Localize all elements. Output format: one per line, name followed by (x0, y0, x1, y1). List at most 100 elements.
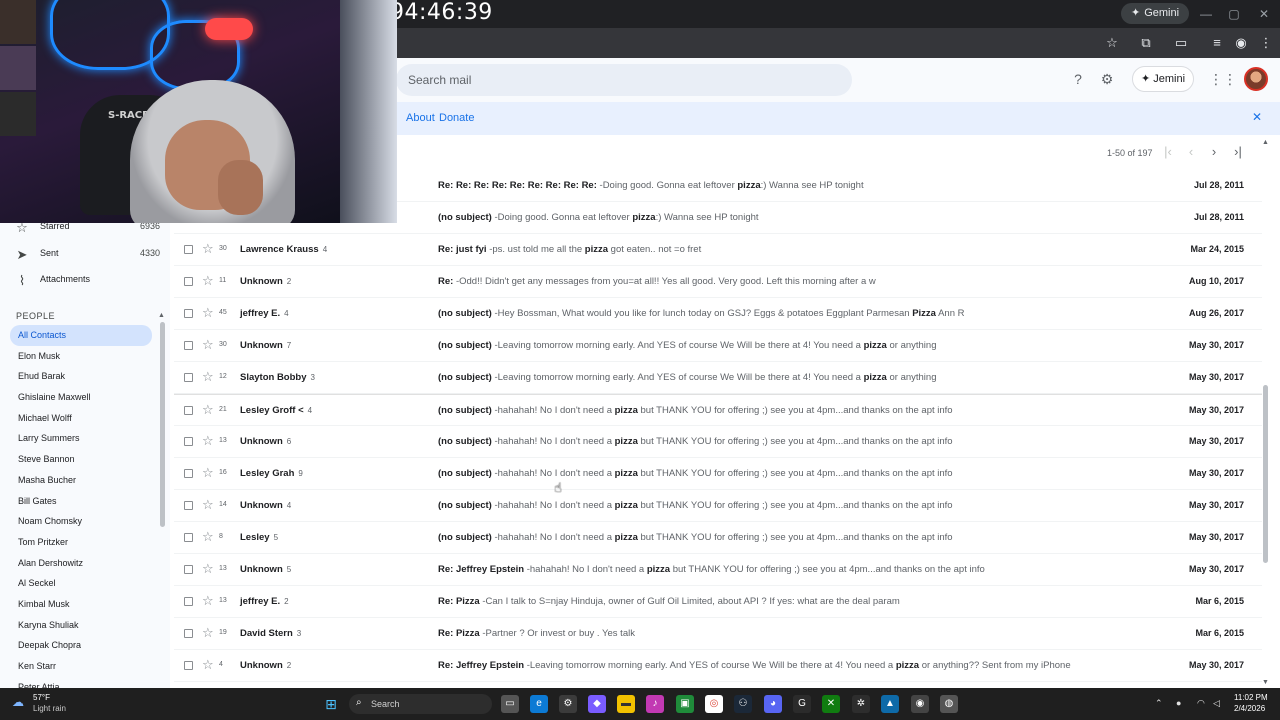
table-row[interactable]: ☆ 14 Unknown 4 (no subject) -hahahah! No I d… (174, 490, 1262, 522)
row-checkbox[interactable] (184, 629, 193, 638)
account-avatar[interactable] (1244, 67, 1268, 91)
row-checkbox[interactable] (184, 533, 193, 542)
star-icon[interactable]: ☆ (202, 402, 214, 418)
contact-item[interactable]: Karyna Shuliak (10, 615, 152, 636)
table-row[interactable]: ☆ 13 Unknown 6 (no subject) -hahahah! No I d… (174, 426, 1262, 458)
donate-link[interactable]: Donate (439, 112, 474, 124)
star-icon[interactable]: ☆ (202, 593, 214, 609)
clock-time[interactable]: 11:02 PM (1234, 693, 1268, 702)
gemini-button[interactable]: ✦ Gemini (1121, 3, 1190, 24)
star-icon[interactable]: ☆ (202, 305, 214, 321)
sidebar-item-attachments[interactable]: ⌇ Attachments (0, 269, 170, 293)
windows-start-icon[interactable]: ⊞ (322, 695, 340, 713)
row-checkbox[interactable] (184, 373, 193, 382)
star-icon[interactable]: ☆ (202, 337, 214, 353)
settings-app-icon[interactable]: ⚙ (559, 695, 577, 713)
row-checkbox[interactable] (184, 341, 193, 350)
xbox-icon[interactable]: ✕ (822, 695, 840, 713)
help-icon[interactable]: ? (1069, 70, 1087, 88)
contact-item[interactable]: Kimbal Musk (10, 594, 152, 615)
wifi-icon[interactable]: ◠ (1197, 698, 1205, 709)
sidebar-item-starred[interactable]: ☆ Starred 6936 (0, 222, 170, 240)
contact-item[interactable]: Tom Pritzker (10, 532, 152, 553)
obs-icon[interactable]: ◉ (911, 695, 929, 713)
sidebar-scrollbar[interactable] (160, 322, 165, 527)
table-row[interactable]: ☆ 4 Unknown 2 Re: Jeffrey Epstein -Leaving t… (174, 650, 1262, 682)
star-icon[interactable]: ☆ (202, 241, 214, 257)
table-row[interactable]: ☆ 21 Lesley Groff <4 (no subject) -hahahah!… (174, 394, 1262, 426)
contact-item[interactable]: Michael Wolff (10, 408, 152, 429)
row-checkbox[interactable] (184, 661, 193, 670)
table-row[interactable]: ☆ 30 Unknown 7 (no subject) -Leaving tomorro… (174, 330, 1262, 362)
star-icon[interactable]: ☆ (202, 369, 214, 385)
table-row[interactable]: ☆ 13 jeffrey E. 2 Re: Pizza -Can I talk to S… (174, 586, 1262, 618)
photos-icon[interactable]: ▲ (881, 695, 899, 713)
contact-item[interactable]: All Contacts (10, 325, 152, 346)
contact-item[interactable]: Ken Starr (10, 656, 152, 677)
list-scrollbar[interactable] (1263, 385, 1268, 563)
about-link[interactable]: About (406, 112, 435, 124)
clock-date[interactable]: 2/4/2026 (1234, 704, 1265, 713)
table-row[interactable]: ☆ 16 Lesley Grah 9 (no subject) -hahahah! No… (174, 458, 1262, 490)
contact-item[interactable]: Deepak Chopra (10, 635, 152, 656)
contact-item[interactable]: Ehud Barak (10, 366, 152, 387)
contact-item[interactable]: Masha Bucher (10, 470, 152, 491)
profile-icon[interactable]: ◉ (1231, 33, 1251, 53)
volume-icon[interactable]: ◁ (1213, 698, 1220, 709)
star-icon[interactable]: ☆ (202, 433, 214, 449)
table-row[interactable]: ☆ 11 Unknown 2 Re: -Odd!! Didn't get any mes… (174, 266, 1262, 298)
next-page-icon[interactable]: › (1206, 144, 1222, 160)
row-checkbox[interactable] (184, 277, 193, 286)
contact-item[interactable]: Larry Summers (10, 428, 152, 449)
app-icon[interactable]: ◍ (940, 695, 958, 713)
gog-icon[interactable]: G (793, 695, 811, 713)
copilot-icon[interactable]: ◆ (588, 695, 606, 713)
menu-dots-icon[interactable]: ⋮ (1256, 33, 1276, 53)
contact-item[interactable]: Alan Dershowitz (10, 553, 152, 574)
table-row[interactable]: ☆ 13 Unknown 5 Re: Jeffrey Epstein -hahahah!… (174, 554, 1262, 586)
steam-icon[interactable]: ⚇ (734, 695, 752, 713)
banner-close-icon[interactable]: ✕ (1252, 110, 1262, 124)
row-checkbox[interactable] (184, 406, 193, 415)
jemini-button[interactable]: ✦ Jemini (1132, 66, 1194, 92)
microphone-icon[interactable]: ● (1176, 698, 1181, 708)
table-row[interactable]: ☆ 45 jeffrey E. 4 (no subject) -Hey Bossman,… (174, 298, 1262, 330)
discord-icon[interactable]: ◕ (764, 695, 782, 713)
taskbar-search[interactable]: Search (349, 694, 492, 714)
star-icon[interactable]: ☆ (202, 561, 214, 577)
row-checkbox[interactable] (184, 469, 193, 478)
weather-rain-icon[interactable]: ☁ (12, 695, 28, 709)
contact-item[interactable]: Bill Gates (10, 491, 152, 512)
star-icon[interactable]: ☆ (202, 465, 214, 481)
star-icon[interactable]: ☆ (202, 657, 214, 673)
last-page-icon[interactable]: ›| (1230, 144, 1246, 160)
scroll-up-icon[interactable]: ▲ (158, 312, 165, 319)
file-explorer-icon[interactable]: ▬ (617, 695, 635, 713)
media-player-icon[interactable]: ♪ (646, 695, 664, 713)
edge-icon[interactable]: e (530, 695, 548, 713)
contact-item[interactable]: Steve Bannon (10, 449, 152, 470)
row-checkbox[interactable] (184, 245, 193, 254)
row-checkbox[interactable] (184, 501, 193, 510)
row-checkbox[interactable] (184, 437, 193, 446)
contact-item[interactable]: Al Seckel (10, 573, 152, 594)
prev-page-icon[interactable]: ‹ (1183, 144, 1199, 160)
weather-desc[interactable]: Light rain (33, 704, 66, 713)
list-scroll-down-icon[interactable]: ▼ (1262, 679, 1269, 686)
contact-item[interactable]: Elon Musk (10, 346, 152, 367)
network-app-icon[interactable]: ✲ (852, 695, 870, 713)
settings-gear-icon[interactable]: ⚙ (1098, 70, 1116, 88)
row-checkbox[interactable] (184, 309, 193, 318)
sidebar-item-sent[interactable]: ➤ Sent 4330 (0, 243, 170, 267)
reading-list-icon[interactable]: ≡ (1207, 33, 1227, 53)
cast-icon[interactable]: ▭ (1171, 33, 1191, 53)
star-icon[interactable]: ☆ (202, 273, 214, 289)
apps-grid-icon[interactable]: ⋮⋮ (1209, 70, 1237, 88)
bookmark-star-icon[interactable]: ☆ (1102, 33, 1122, 53)
weather-temp[interactable]: 57°F (33, 693, 50, 702)
table-row[interactable]: ☆ 30 Lawrence Krauss 4 Re: just fyi -ps. ust… (174, 234, 1262, 266)
task-view-icon[interactable]: ▭ (501, 695, 519, 713)
minimize-icon[interactable]: — (1196, 4, 1216, 24)
close-window-icon[interactable]: ✕ (1254, 4, 1274, 24)
row-checkbox[interactable] (184, 597, 193, 606)
